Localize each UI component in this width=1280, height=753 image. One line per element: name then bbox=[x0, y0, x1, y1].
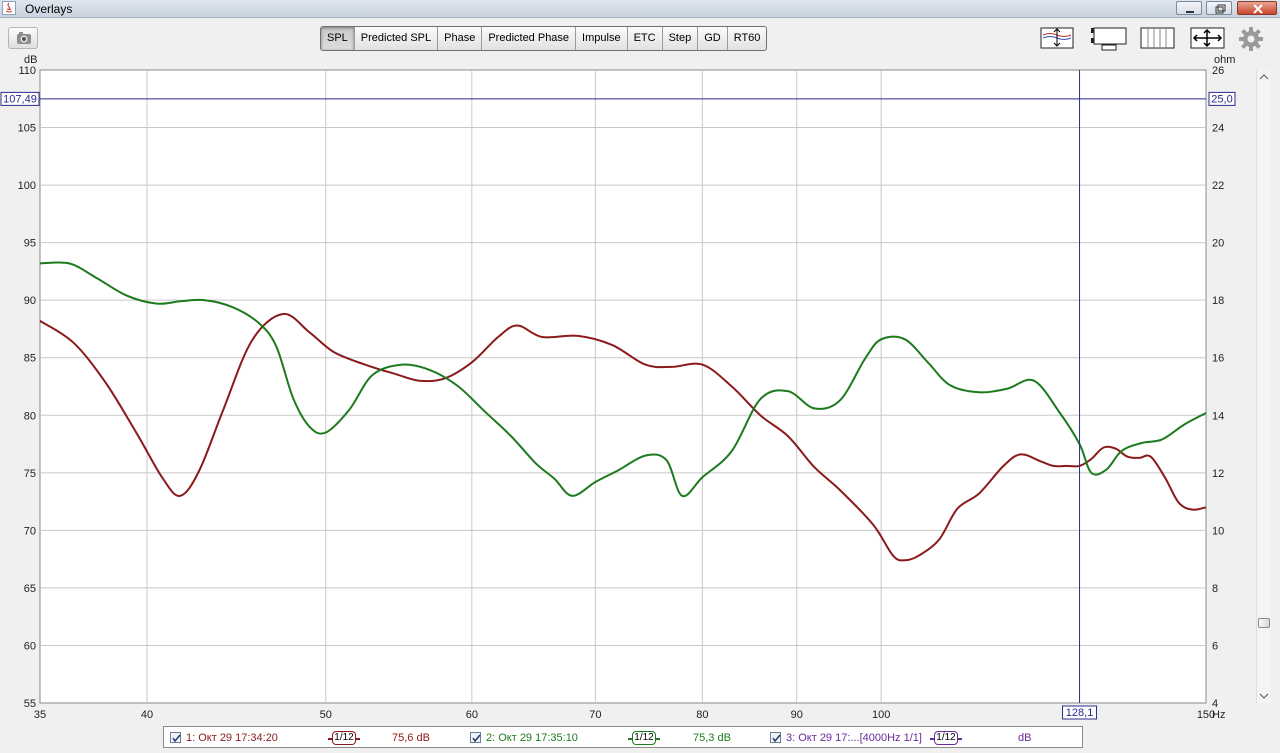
cursor-x-label: 128,1 bbox=[1066, 707, 1094, 719]
title-bar: Overlays bbox=[0, 0, 1280, 18]
y2-tick-label: 26 bbox=[1212, 65, 1224, 77]
scrollbar-thumb[interactable] bbox=[1258, 618, 1270, 628]
legend-label-2: 2: Окт 29 17:35:10 bbox=[486, 732, 578, 744]
close-icon bbox=[1253, 4, 1263, 14]
y-tick-label: 100 bbox=[18, 180, 36, 192]
controls-button[interactable] bbox=[1090, 26, 1127, 51]
y2-tick-label: 12 bbox=[1212, 468, 1224, 480]
checkmark-icon bbox=[772, 734, 781, 743]
graph-tabs: SPL Predicted SPL Phase Predicted Phase … bbox=[320, 26, 768, 51]
camera-icon bbox=[17, 32, 31, 44]
minimize-icon bbox=[1186, 11, 1194, 13]
vertical-scrollbar[interactable] bbox=[1256, 70, 1271, 703]
y2-axis-unit: ohm bbox=[1214, 55, 1235, 66]
y2-tick-label: 24 bbox=[1212, 123, 1224, 135]
x-tick-label: 80 bbox=[696, 709, 708, 721]
x-axis-unit: Hz bbox=[1212, 709, 1225, 721]
capture-button[interactable] bbox=[8, 27, 38, 49]
y2-tick-label: 22 bbox=[1212, 180, 1224, 192]
legend-value-1: 75,6 dB bbox=[392, 732, 430, 744]
grid-icon bbox=[1140, 27, 1175, 49]
x-tick-label: 90 bbox=[791, 709, 803, 721]
minimize-button[interactable] bbox=[1176, 1, 1202, 15]
tab-step[interactable]: Step bbox=[663, 27, 699, 50]
y2-tick-label: 14 bbox=[1212, 410, 1224, 422]
restore-icon bbox=[1215, 4, 1226, 14]
legend-value-2: 75,3 dB bbox=[693, 732, 731, 744]
legend-label-3: 3: Окт 29 17:...[4000Hz 1/1] bbox=[786, 732, 922, 744]
smoothing-text-3: 1/12 bbox=[934, 731, 958, 745]
legend-smoothing-3[interactable]: 1/12 bbox=[930, 731, 962, 745]
y-tick-label: 110 bbox=[18, 65, 36, 77]
cursor-y-right-label: 25,0 bbox=[1211, 93, 1232, 105]
limits-button[interactable] bbox=[1040, 26, 1074, 50]
controls-icon bbox=[1091, 27, 1127, 51]
legend-checkbox-2[interactable] bbox=[470, 732, 481, 743]
y-tick-label: 85 bbox=[24, 353, 36, 365]
tab-spl[interactable]: SPL bbox=[321, 27, 355, 50]
chart-svg[interactable]: 110105100959085807570656055 262422201816… bbox=[0, 54, 1256, 725]
y-tick-label: 95 bbox=[24, 238, 36, 250]
y2-tick-label: 10 bbox=[1212, 525, 1224, 537]
legend-checkbox-3[interactable] bbox=[770, 732, 781, 743]
y-tick-label: 75 bbox=[24, 468, 36, 480]
tab-predicted-spl[interactable]: Predicted SPL bbox=[355, 27, 439, 50]
legend-checkbox-1[interactable] bbox=[170, 732, 181, 743]
tab-predicted-phase[interactable]: Predicted Phase bbox=[482, 27, 577, 50]
legend: 1: Окт 29 17:34:20 1/12 75,6 dB 2: Окт 2… bbox=[163, 726, 1083, 748]
y2-tick-label: 16 bbox=[1212, 353, 1224, 365]
smoothing-text-1: 1/12 bbox=[332, 731, 356, 745]
x-tick-label: 100 bbox=[872, 709, 890, 721]
y2-tick-label: 20 bbox=[1212, 238, 1224, 250]
y-axis-unit: dB bbox=[24, 55, 37, 66]
settings-button[interactable] bbox=[1238, 26, 1264, 51]
scroll-up-icon[interactable] bbox=[1257, 70, 1271, 84]
legend-label-1: 1: Окт 29 17:34:20 bbox=[186, 732, 278, 744]
pan-button[interactable] bbox=[1190, 26, 1225, 50]
smoothing-text-2: 1/12 bbox=[632, 731, 656, 745]
y-tick-label: 65 bbox=[24, 583, 36, 595]
y-tick-label: 80 bbox=[24, 410, 36, 422]
y-tick-label: 105 bbox=[18, 123, 36, 135]
x-tick-label: 50 bbox=[320, 709, 332, 721]
gear-icon bbox=[1239, 27, 1263, 51]
x-tick-label: 70 bbox=[589, 709, 601, 721]
spl-chart[interactable]: 110 105 100 95 90 85 80 75 70 65 60 55 26 24 22 20 18 16… bbox=[0, 54, 1256, 728]
y-tick-label: 70 bbox=[24, 525, 36, 537]
legend-smoothing-1[interactable]: 1/12 bbox=[328, 731, 360, 745]
close-button[interactable] bbox=[1237, 1, 1277, 15]
cursor-y-left-label: 107,49 bbox=[3, 93, 37, 105]
checkmark-icon bbox=[472, 734, 481, 743]
x-tick-label: 40 bbox=[141, 709, 153, 721]
checkmark-icon bbox=[172, 734, 181, 743]
y2-tick-label: 6 bbox=[1212, 640, 1218, 652]
legend-value-3: dB bbox=[1018, 732, 1032, 744]
grid-button[interactable] bbox=[1140, 26, 1175, 50]
limits-icon bbox=[1040, 27, 1074, 49]
tab-impulse[interactable]: Impulse bbox=[576, 27, 628, 50]
tab-rt60[interactable]: RT60 bbox=[728, 27, 767, 50]
y2-tick-label: 8 bbox=[1212, 583, 1218, 595]
tab-etc[interactable]: ETC bbox=[628, 27, 663, 50]
scroll-down-icon[interactable] bbox=[1257, 689, 1271, 703]
tab-phase[interactable]: Phase bbox=[438, 27, 483, 50]
restore-button[interactable] bbox=[1206, 1, 1232, 15]
tab-gd[interactable]: GD bbox=[698, 27, 728, 50]
x-tick-label: 35 bbox=[34, 709, 46, 721]
pan-arrows-icon bbox=[1190, 27, 1225, 49]
legend-smoothing-2[interactable]: 1/12 bbox=[628, 731, 660, 745]
x-tick-label: 60 bbox=[466, 709, 478, 721]
y-tick-label: 90 bbox=[24, 295, 36, 307]
java-icon bbox=[2, 1, 16, 15]
y2-tick-label: 18 bbox=[1212, 295, 1224, 307]
window-title: Overlays bbox=[25, 2, 73, 16]
y-tick-label: 60 bbox=[24, 640, 36, 652]
